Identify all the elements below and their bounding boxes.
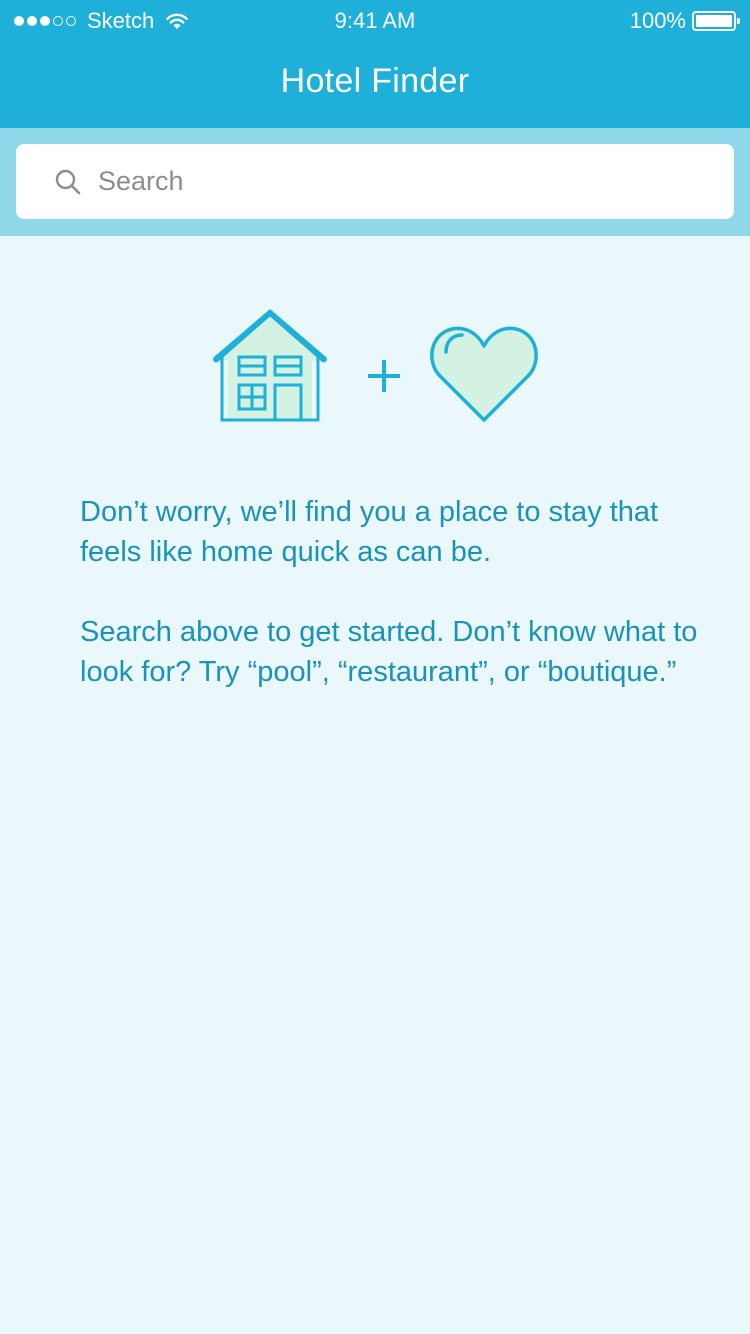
plus-icon xyxy=(368,360,400,392)
heart-icon xyxy=(430,326,538,422)
search-bar-container xyxy=(0,128,750,236)
hint-text: Search above to get started. Don’t know … xyxy=(80,616,698,688)
navigation-bar: Hotel Finder xyxy=(0,40,750,128)
search-icon xyxy=(55,169,81,194)
status-bar: Sketch 9:41 AM 100% xyxy=(0,0,750,40)
house-icon xyxy=(213,309,327,422)
search-box[interactable] xyxy=(16,144,734,219)
page-title: Hotel Finder xyxy=(280,62,470,100)
intro-text: Don’t worry, we’ll find you a place to s… xyxy=(80,496,659,568)
empty-state-illustration xyxy=(0,300,750,430)
battery-percentage: 100% xyxy=(629,8,686,33)
empty-state-message: Don’t worry, we’ll find you a place to s… xyxy=(80,492,700,692)
status-right: 100% xyxy=(629,8,740,34)
search-input[interactable] xyxy=(96,165,680,198)
battery-icon xyxy=(692,11,740,31)
